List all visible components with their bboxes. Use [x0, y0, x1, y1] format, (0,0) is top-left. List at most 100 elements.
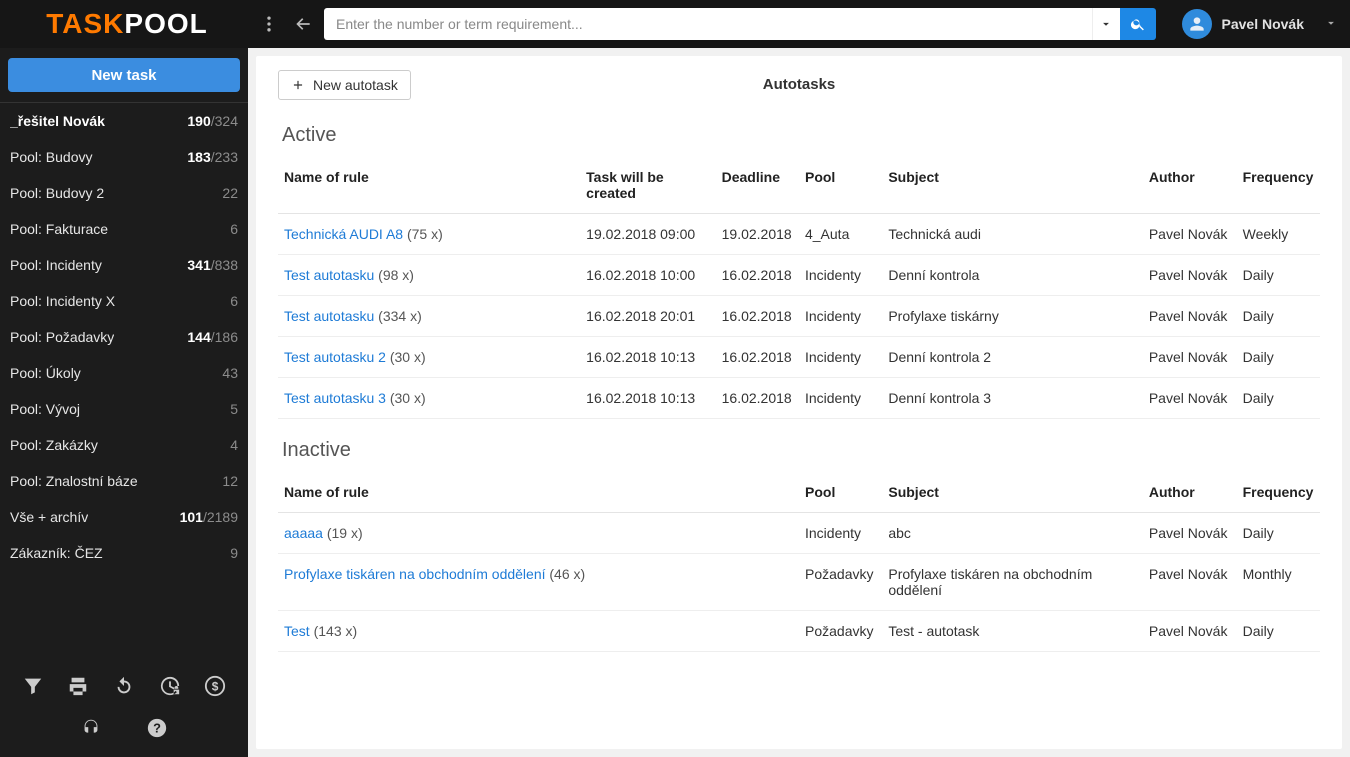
cell-author: Pavel Novák: [1143, 513, 1237, 554]
table-row[interactable]: Profylaxe tiskáren na obchodním oddělení…: [278, 554, 1320, 611]
logo-pool: POOL: [124, 8, 207, 40]
rule-link[interactable]: Test autotasku 3: [284, 390, 386, 406]
sidebar-item[interactable]: Pool: Incidenty341/838: [0, 247, 248, 283]
cell-author: Pavel Novák: [1143, 378, 1237, 419]
th-subject: Subject: [882, 157, 1143, 214]
rule-count: (98 x): [378, 267, 414, 283]
rule-link[interactable]: Profylaxe tiskáren na obchodním oddělení: [284, 566, 546, 582]
new-task-button[interactable]: New task: [8, 58, 240, 92]
table-row[interactable]: aaaaa (19 x)IncidentyabcPavel NovákDaily: [278, 513, 1320, 554]
search-input[interactable]: [324, 8, 1092, 40]
sidebar-item-count: 341/838: [187, 257, 238, 273]
sidebar-item[interactable]: Zákazník: ČEZ9: [0, 535, 248, 571]
cell-deadline: 16.02.2018: [716, 296, 799, 337]
cell-subject: Technická audi: [882, 214, 1143, 255]
clock-lock-icon[interactable]: [155, 671, 185, 701]
search-dropdown-icon[interactable]: [1092, 8, 1120, 40]
th-name: Name of rule: [278, 157, 580, 214]
sidebar-item[interactable]: Pool: Incidenty X6: [0, 283, 248, 319]
body: New task _řešitel Novák190/324Pool: Budo…: [0, 48, 1350, 757]
new-autotask-label: New autotask: [313, 77, 398, 93]
cell-pool: Požadavky: [799, 554, 882, 611]
cell-subject: Profylaxe tiskáren na obchodním oddělení: [882, 554, 1143, 611]
search-button[interactable]: [1120, 8, 1156, 40]
support-icon[interactable]: [76, 713, 106, 743]
sidebar-item[interactable]: Vše + archív 101/2189: [0, 499, 248, 535]
table-row[interactable]: Test autotasku 3 (30 x)16.02.2018 10:131…: [278, 378, 1320, 419]
cell-frequency: Monthly: [1237, 554, 1320, 611]
sidebar-item[interactable]: Pool: Budovy 222: [0, 175, 248, 211]
table-row[interactable]: Technická AUDI A8 (75 x)19.02.2018 09:00…: [278, 214, 1320, 255]
sidebar-item[interactable]: Pool: Budovy183/233: [0, 139, 248, 175]
sidebar-item-count: 22: [222, 185, 238, 201]
sidebar-item-count: 190/324: [187, 113, 238, 129]
rule-link[interactable]: Test autotasku 2: [284, 349, 386, 365]
sidebar-bottom: $ ?: [0, 661, 248, 757]
sidebar-item[interactable]: Pool: Vývoj5: [0, 391, 248, 427]
cell-author: Pavel Novák: [1143, 337, 1237, 378]
rule-count: (30 x): [390, 390, 426, 406]
section-title-active: Active: [282, 124, 1320, 147]
panel: New autotask Autotasks Active Name of ru…: [256, 56, 1342, 749]
logo-task: TASK: [46, 8, 124, 40]
print-icon[interactable]: [63, 671, 93, 701]
sidebar-item-label: Pool: Incidenty X: [10, 293, 115, 309]
table-row[interactable]: Test autotasku (98 x)16.02.2018 10:0016.…: [278, 255, 1320, 296]
user-menu-caret-icon[interactable]: [1324, 16, 1338, 33]
cell-pool: Incidenty: [799, 296, 882, 337]
sidebar: New task _řešitel Novák190/324Pool: Budo…: [0, 48, 248, 757]
table-row[interactable]: Test (143 x)PožadavkyTest - autotaskPave…: [278, 611, 1320, 652]
main: New autotask Autotasks Active Name of ru…: [248, 48, 1350, 757]
new-autotask-button[interactable]: New autotask: [278, 70, 411, 100]
cell-frequency: Daily: [1237, 378, 1320, 419]
cell-author: Pavel Novák: [1143, 554, 1237, 611]
cell-frequency: Daily: [1237, 611, 1320, 652]
table-row[interactable]: Test autotasku (334 x)16.02.2018 20:0116…: [278, 296, 1320, 337]
th-created: Task will be created: [580, 157, 715, 214]
table-row[interactable]: Test autotasku 2 (30 x)16.02.2018 10:131…: [278, 337, 1320, 378]
sidebar-item-count: 12: [222, 473, 238, 489]
cell-subject: abc: [882, 513, 1143, 554]
cell-subject: Denní kontrola 2: [882, 337, 1143, 378]
user-area[interactable]: Pavel Novák: [1182, 9, 1339, 39]
cell-pool: Incidenty: [799, 337, 882, 378]
cell-frequency: Weekly: [1237, 214, 1320, 255]
cell-frequency: Daily: [1237, 513, 1320, 554]
sidebar-item[interactable]: Pool: Úkoly43: [0, 355, 248, 391]
sidebar-item[interactable]: Pool: Požadavky144/186: [0, 319, 248, 355]
active-table: Name of rule Task will be created Deadli…: [278, 157, 1320, 419]
sidebar-item-label: Zákazník: ČEZ: [10, 545, 103, 561]
rule-link[interactable]: Technická AUDI A8: [284, 226, 403, 242]
sidebar-item-count: 5: [230, 401, 238, 417]
rule-link[interactable]: aaaaa: [284, 525, 323, 541]
th-name: Name of rule: [278, 472, 799, 513]
cell-author: Pavel Novák: [1143, 296, 1237, 337]
th-author: Author: [1143, 157, 1237, 214]
back-icon[interactable]: [290, 11, 316, 37]
avatar-icon: [1182, 9, 1212, 39]
filter-icon[interactable]: [18, 671, 48, 701]
sidebar-item-count: 144/186: [187, 329, 238, 345]
cell-pool: Incidenty: [799, 513, 882, 554]
sidebar-item[interactable]: _řešitel Novák190/324: [0, 102, 248, 139]
rule-link[interactable]: Test autotasku: [284, 308, 374, 324]
sidebar-item[interactable]: Pool: Znalostní báze12: [0, 463, 248, 499]
sidebar-item-count: 101/2189: [180, 509, 238, 525]
rule-link[interactable]: Test autotasku: [284, 267, 374, 283]
more-menu-icon[interactable]: [256, 11, 282, 37]
cell-deadline: 16.02.2018: [716, 337, 799, 378]
currency-icon[interactable]: $: [200, 671, 230, 701]
th-subject: Subject: [882, 472, 1143, 513]
th-frequency: Frequency: [1237, 472, 1320, 513]
sidebar-item-label: Pool: Úkoly: [10, 365, 81, 381]
sidebar-item[interactable]: Pool: Fakturace6: [0, 211, 248, 247]
help-icon[interactable]: ?: [142, 713, 172, 743]
sidebar-item[interactable]: Pool: Zakázky4: [0, 427, 248, 463]
refresh-icon[interactable]: [109, 671, 139, 701]
sidebar-item-label: Vše + archív: [10, 509, 88, 525]
cell-created: 16.02.2018 10:00: [580, 255, 715, 296]
sidebar-item-label: Pool: Budovy: [10, 149, 93, 165]
section-title-inactive: Inactive: [282, 439, 1320, 462]
rule-link[interactable]: Test: [284, 623, 310, 639]
cell-pool: Incidenty: [799, 255, 882, 296]
